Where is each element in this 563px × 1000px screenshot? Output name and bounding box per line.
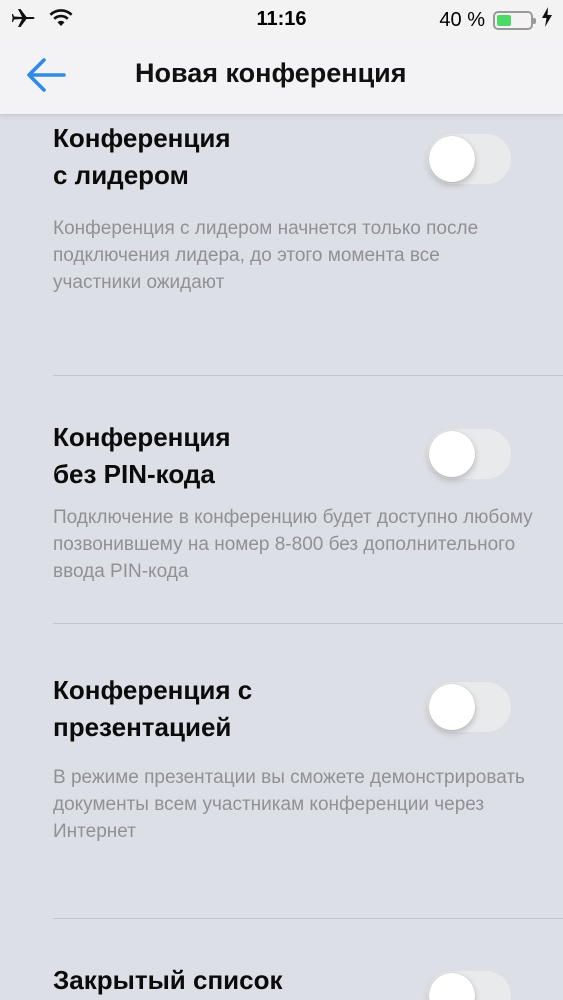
back-arrow-icon — [27, 58, 66, 92]
navigation-bar: Новая конференция — [0, 36, 563, 115]
toggle-knob — [429, 973, 475, 1000]
setting-title: Конференция с лидером — [53, 120, 383, 194]
status-bar: 11:16 40 % — [0, 0, 563, 36]
toggle-knob — [429, 431, 475, 477]
charging-bolt-icon — [541, 7, 553, 33]
setting-title-line1: Конференция — [53, 422, 231, 452]
setting-title: Конференция с презентацией — [53, 672, 383, 746]
setting-title: Закрытый список — [53, 962, 383, 999]
toggle-knob — [429, 684, 475, 730]
leader-conference-toggle[interactable] — [427, 134, 511, 184]
setting-title: Конференция без PIN-кода — [53, 419, 383, 493]
setting-description: В режиме презентации вы сможете демонстр… — [53, 767, 525, 842]
divider — [53, 918, 563, 919]
no-pin-conference-toggle[interactable] — [427, 429, 511, 479]
divider — [53, 623, 563, 624]
back-button[interactable] — [24, 54, 68, 96]
battery-icon — [493, 10, 536, 30]
setting-title-line2: без PIN-кода — [53, 459, 215, 489]
presentation-conference-toggle[interactable] — [427, 682, 511, 732]
battery-fill — [497, 14, 512, 26]
setting-title-line1: Закрытый список — [53, 965, 283, 995]
page-title: Новая конференция — [135, 58, 407, 88]
setting-title-line1: Конференция с — [53, 675, 253, 705]
setting-title-line1: Конференция — [53, 123, 231, 153]
setting-description: Конференция с лидером начнется только по… — [53, 218, 479, 293]
setting-title-line2: с лидером — [53, 160, 189, 190]
setting-description: Подключение в конференцию будет доступно… — [53, 507, 533, 582]
status-right: 40 % — [439, 7, 553, 33]
settings-list[interactable]: Конференция с лидером Конференция с лиде… — [0, 115, 563, 1000]
battery-percent: 40 % — [439, 8, 485, 31]
toggle-knob — [429, 136, 475, 182]
divider — [53, 375, 563, 376]
setting-title-line2: презентацией — [53, 712, 232, 742]
closed-list-toggle[interactable] — [427, 971, 511, 1000]
